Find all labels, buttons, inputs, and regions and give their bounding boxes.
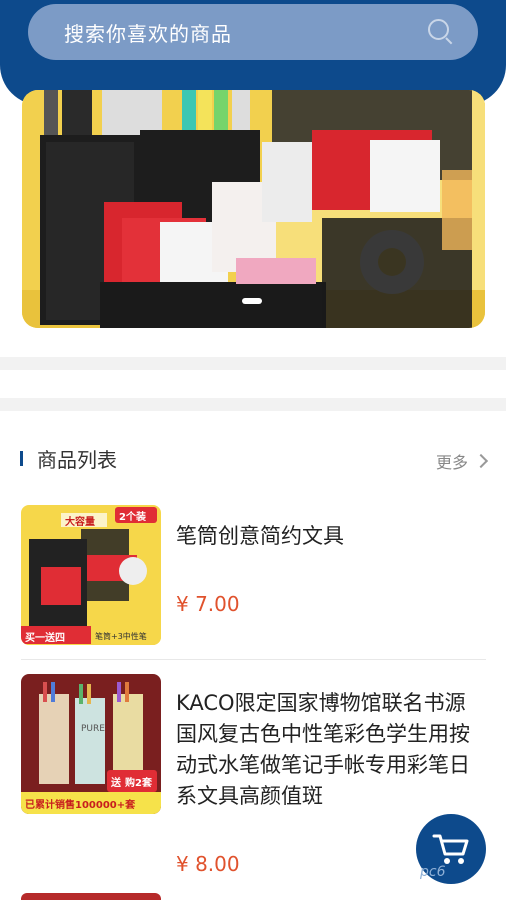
banner-carousel[interactable] bbox=[22, 90, 485, 328]
thumb-badge: 送 bbox=[111, 778, 121, 789]
row-divider bbox=[21, 659, 486, 660]
thumb-corner-badge: 购2套 bbox=[125, 778, 152, 789]
thumb-corner-badge: 2个装 bbox=[119, 512, 146, 523]
search-bar[interactable]: 搜索你喜欢的商品 bbox=[28, 4, 478, 60]
list-item-peek bbox=[21, 893, 161, 900]
product-thumbnail[interactable]: 大容量 2个装 买一送四 笔筒+3中性笔 bbox=[21, 505, 161, 645]
carousel-indicator[interactable] bbox=[242, 298, 262, 304]
chevron-right-icon[interactable] bbox=[473, 453, 489, 469]
product-name[interactable]: KACO限定国家博物馆联名书源国风复古色中性笔彩色学生用按动式水笔做笔记手帐专用… bbox=[176, 688, 486, 812]
product-thumbnail[interactable]: PURE 送 购2套 已累计销售100000+套 bbox=[21, 674, 161, 814]
section-header: 商品列表 更多 bbox=[0, 440, 506, 476]
product-image bbox=[21, 674, 161, 814]
search-icon[interactable] bbox=[428, 19, 454, 45]
cart-icon[interactable] bbox=[432, 832, 470, 866]
product-price: ¥ 8.00 bbox=[176, 852, 240, 876]
thumb-promo: 已累计销售100000+套 bbox=[25, 800, 136, 811]
banner-image bbox=[22, 90, 485, 328]
section-accent-bar bbox=[20, 451, 23, 466]
thumb-badge: 大容量 bbox=[65, 517, 95, 528]
search-input[interactable]: 搜索你喜欢的商品 bbox=[64, 18, 428, 47]
watermark-logo: pc6 bbox=[420, 864, 446, 880]
divider bbox=[0, 398, 506, 411]
thumb-promo: 买一送四 bbox=[25, 633, 65, 644]
thumb-sub: 笔筒+3中性笔 bbox=[95, 632, 147, 641]
product-price: ¥ 7.00 bbox=[176, 592, 240, 616]
divider bbox=[0, 357, 506, 370]
thumb-sub: PURE bbox=[81, 724, 105, 734]
list-item[interactable]: 大容量 2个装 买一送四 笔筒+3中性笔 笔筒创意简约文具 ¥ 7.00 bbox=[0, 505, 506, 655]
more-label[interactable]: 更多 bbox=[436, 449, 468, 473]
product-name[interactable]: 笔筒创意简约文具 bbox=[176, 521, 486, 552]
more-link[interactable]: 更多 bbox=[436, 449, 489, 473]
section-title: 商品列表 bbox=[37, 448, 117, 472]
